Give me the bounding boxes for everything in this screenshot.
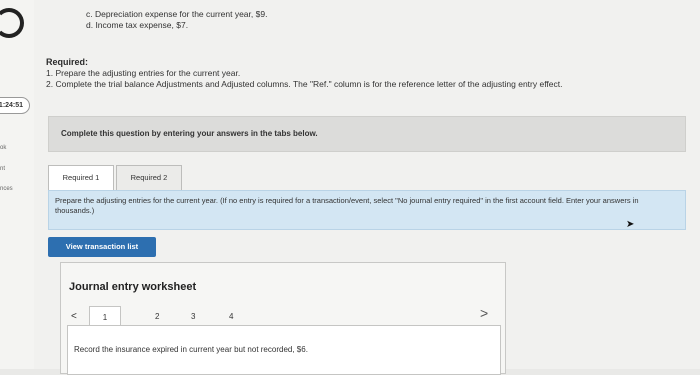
timer-badge: 1:24:51 (0, 97, 30, 114)
required-title: Required: (46, 57, 89, 67)
required-line-2: 2. Complete the trial balance Adjustment… (46, 79, 563, 89)
page-2[interactable]: 2 (155, 308, 159, 326)
required-line-1: 1. Prepare the adjusting entries for the… (46, 68, 241, 78)
instruction-bar: Complete this question by entering your … (48, 116, 686, 152)
entry-description-box: Record the insurance expired in current … (67, 325, 501, 375)
entry-description: Record the insurance expired in current … (74, 345, 308, 354)
sidebar-item-3[interactable]: nces (0, 186, 13, 192)
view-transaction-list-button[interactable]: View transaction list (48, 237, 156, 257)
adjustment-item-c: c. Depreciation expense for the current … (86, 9, 268, 19)
logo-icon (0, 8, 24, 38)
prompt-box: Prepare the adjusting entries for the cu… (48, 190, 686, 230)
prompt-text: Prepare the adjusting entries for the cu… (55, 196, 639, 215)
main-content: c. Depreciation expense for the current … (34, 0, 700, 375)
prev-page-icon[interactable]: < (71, 308, 77, 326)
sidebar-item-1[interactable]: ok (0, 145, 6, 151)
tab-required-1[interactable]: Required 1 (48, 165, 114, 191)
journal-entry-worksheet: Journal entry worksheet < 1 2 3 4 Record… (60, 262, 506, 375)
next-page-icon[interactable]: > (480, 305, 488, 321)
mouse-cursor-icon: ➤ (626, 219, 635, 230)
sidebar-item-2[interactable]: nt (0, 166, 5, 172)
tab-required-2[interactable]: Required 2 (116, 165, 182, 191)
left-rail: 1:24:51 ok nt nces (0, 0, 35, 369)
worksheet-title: Journal entry worksheet (69, 281, 197, 293)
page-3[interactable]: 3 (191, 308, 195, 326)
adjustment-item-d: d. Income tax expense, $7. (86, 20, 189, 30)
page-4[interactable]: 4 (229, 308, 233, 326)
instruction-text: Complete this question by entering your … (61, 129, 318, 138)
